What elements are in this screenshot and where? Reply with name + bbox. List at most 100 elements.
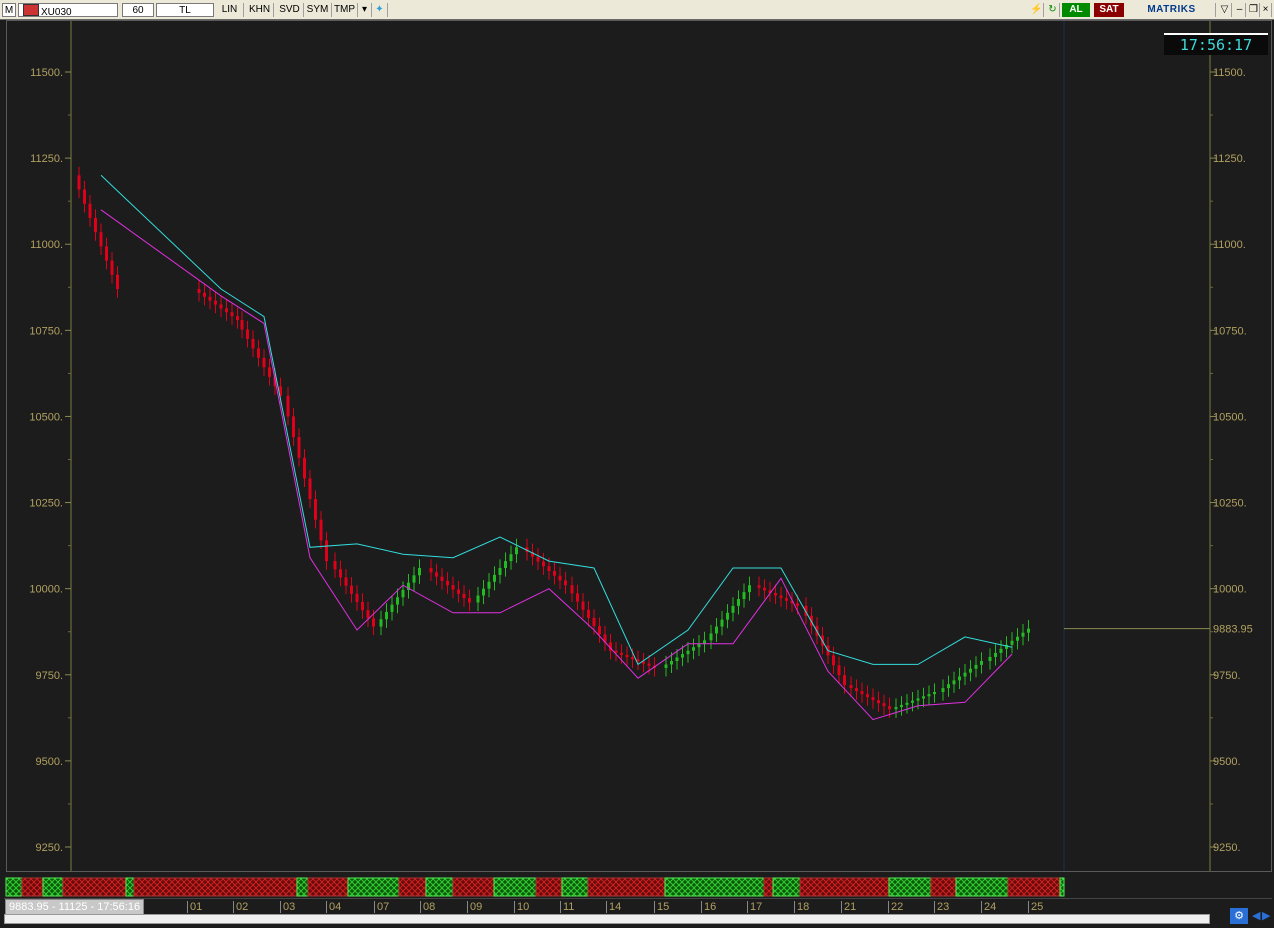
signal-segment bbox=[125, 877, 135, 897]
candle-body bbox=[1010, 640, 1014, 645]
candle-body bbox=[871, 697, 875, 701]
candle-body bbox=[257, 348, 260, 358]
candle-body bbox=[737, 599, 740, 606]
date-tick-label: 22 bbox=[888, 901, 903, 913]
candle-body bbox=[686, 650, 690, 655]
candle-body bbox=[440, 576, 444, 581]
candle-body bbox=[536, 556, 540, 562]
khn-button[interactable]: KHN bbox=[246, 3, 274, 17]
candle-body bbox=[958, 676, 961, 681]
signal-segment bbox=[42, 877, 64, 897]
candle-body bbox=[974, 664, 978, 669]
sell-button[interactable]: SAT bbox=[1094, 3, 1124, 17]
candle-body bbox=[837, 665, 841, 676]
date-tick-label: 07 bbox=[374, 901, 389, 913]
candle-body bbox=[947, 684, 950, 689]
horizontal-scrollbar[interactable] bbox=[4, 914, 1210, 924]
currency-field[interactable]: TL bbox=[156, 3, 214, 17]
candle-body bbox=[980, 661, 983, 665]
minimize-icon[interactable]: – bbox=[1234, 3, 1246, 17]
candle-body bbox=[675, 657, 679, 661]
y-tick-label-left: 11250. bbox=[30, 153, 63, 165]
symbol-label: XU030 bbox=[41, 7, 72, 18]
candle-body bbox=[487, 581, 491, 589]
candle-body bbox=[731, 605, 735, 613]
y-tick-label-left: 9250. bbox=[35, 842, 63, 854]
candle-body bbox=[969, 668, 972, 673]
candle-body bbox=[779, 595, 783, 599]
date-tick-label: 21 bbox=[841, 901, 856, 913]
y-tick-label-right: 10500. bbox=[1213, 411, 1247, 423]
restore-icon[interactable]: ❐ bbox=[1248, 3, 1260, 17]
refresh-icon[interactable]: ↻ bbox=[1046, 3, 1060, 17]
y-tick-label-left: 10000. bbox=[29, 584, 63, 596]
candle-body bbox=[1021, 632, 1025, 637]
candle-body bbox=[344, 577, 348, 586]
last-price-label: 9883.95 bbox=[1213, 624, 1253, 636]
candle-body bbox=[927, 694, 931, 697]
candle-body bbox=[742, 592, 746, 599]
period-field[interactable]: 60 bbox=[122, 3, 154, 17]
candle-body bbox=[988, 656, 992, 661]
twitter-icon[interactable]: ✦ bbox=[372, 3, 388, 17]
candle-body bbox=[339, 569, 342, 578]
candle-body bbox=[882, 703, 886, 707]
y-tick-label-right: 11500. bbox=[1213, 67, 1246, 79]
candle-body bbox=[888, 706, 891, 710]
collapse-icon[interactable]: ▽ bbox=[1218, 3, 1232, 17]
candle-body bbox=[110, 260, 114, 275]
candle-body bbox=[843, 675, 846, 686]
candle-body bbox=[99, 232, 103, 247]
candle-body bbox=[905, 702, 909, 705]
candle-body bbox=[333, 561, 337, 570]
y-tick-label-left: 11500. bbox=[30, 67, 63, 79]
date-tick-label: 24 bbox=[981, 901, 996, 913]
candle-body bbox=[451, 585, 455, 590]
date-tick-label: 11 bbox=[560, 901, 574, 913]
candle-body bbox=[916, 698, 920, 701]
candle-body bbox=[647, 663, 651, 666]
candle-body bbox=[297, 437, 301, 458]
candle-body bbox=[564, 580, 567, 586]
candle-body bbox=[598, 626, 601, 635]
candle-body bbox=[246, 329, 249, 339]
candle-body bbox=[849, 685, 853, 689]
candle-body bbox=[418, 568, 421, 576]
candle-body bbox=[625, 654, 629, 658]
scroll-right-icon[interactable]: ▶ bbox=[1262, 909, 1270, 922]
candle-body bbox=[390, 604, 394, 612]
candle-body bbox=[1016, 636, 1019, 641]
candle-body bbox=[225, 308, 228, 313]
candle-body bbox=[832, 655, 835, 666]
candle-body bbox=[401, 589, 405, 598]
candle-body bbox=[542, 561, 545, 567]
date-tick-label: 18 bbox=[794, 901, 809, 913]
scroll-settings-icon[interactable]: ⚙ bbox=[1230, 908, 1248, 924]
signal-segment bbox=[888, 877, 932, 897]
menu-button[interactable]: M bbox=[2, 3, 16, 17]
candle-body bbox=[214, 300, 217, 305]
candle-body bbox=[509, 554, 513, 562]
candle-body bbox=[462, 593, 466, 599]
signal-segment bbox=[493, 877, 537, 897]
candle-body bbox=[88, 203, 92, 218]
price-chart[interactable]: 11500. 11500. 11250. 11250. 11000. 11000. 1075… bbox=[6, 20, 1272, 872]
scroll-left-icon[interactable]: ◀ bbox=[1252, 909, 1260, 922]
candle-body bbox=[457, 589, 460, 594]
candle-body bbox=[308, 478, 312, 500]
chart-toolbar: M XU030 60 TL LIN KHN SVD SYM TMP ▾ ✦ ⚡ … bbox=[0, 0, 1274, 20]
lin-button[interactable]: LIN bbox=[216, 3, 244, 17]
lightning-icon[interactable]: ⚡ bbox=[1030, 3, 1044, 17]
symbol-field[interactable]: XU030 bbox=[18, 3, 118, 18]
candle-body bbox=[664, 664, 668, 668]
upper-band-line bbox=[100, 174, 1013, 666]
buy-button[interactable]: AL bbox=[1062, 3, 1090, 17]
dropdown-icon[interactable]: ▾ bbox=[358, 3, 372, 17]
candle-body bbox=[292, 416, 295, 438]
candle-body bbox=[553, 571, 556, 576]
signal-segment bbox=[772, 877, 801, 897]
close-icon[interactable]: × bbox=[1260, 3, 1272, 17]
svd-button[interactable]: SVD bbox=[276, 3, 304, 17]
sym-button[interactable]: SYM bbox=[304, 3, 332, 17]
tmp-button[interactable]: TMP bbox=[332, 3, 358, 17]
